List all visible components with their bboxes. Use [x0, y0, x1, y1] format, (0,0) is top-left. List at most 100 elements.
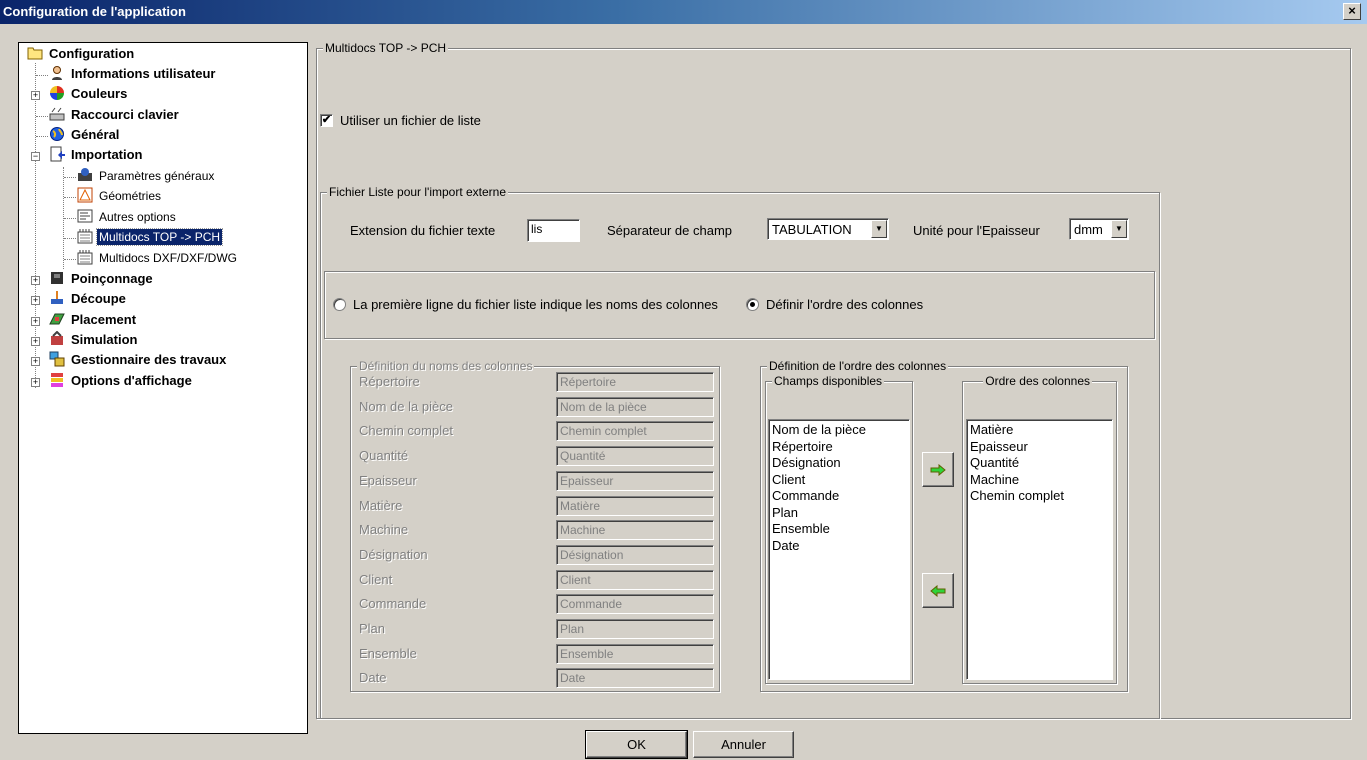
- column-names-group-title: Définition du noms des colonnes: [357, 359, 535, 373]
- separator-label: Séparateur de champ: [607, 223, 733, 238]
- extension-label: Extension du fichier texte: [350, 223, 496, 238]
- column-name-input[interactable]: Commande: [556, 594, 714, 615]
- tree-item-poinconnage[interactable]: Poinçonnage: [49, 270, 155, 290]
- extension-input[interactable]: lis: [527, 219, 580, 242]
- expand-toggle[interactable]: +: [31, 296, 40, 305]
- list-item[interactable]: Désignation: [772, 455, 906, 472]
- separator-select[interactable]: TABULATION ▼: [767, 218, 889, 240]
- list-item[interactable]: Répertoire: [772, 439, 906, 456]
- multidocs-icon: [77, 229, 93, 244]
- expand-toggle[interactable]: +: [31, 276, 40, 285]
- tree-item-multidocs-top-pch[interactable]: Multidocs TOP -> PCH: [77, 228, 224, 248]
- tree-item-geometries[interactable]: Géométries: [77, 187, 163, 207]
- column-name-input[interactable]: Matière: [556, 495, 714, 516]
- list-item[interactable]: Epaisseur: [970, 439, 1109, 456]
- expand-toggle[interactable]: +: [31, 91, 40, 100]
- globe-icon: [50, 127, 64, 141]
- punching-icon: [51, 272, 63, 284]
- ok-button[interactable]: OK: [585, 730, 688, 759]
- expand-toggle[interactable]: +: [31, 337, 40, 346]
- radio-first-line[interactable]: [333, 298, 346, 311]
- list-item[interactable]: Machine: [970, 472, 1109, 489]
- tree-item-multidocs-dxf[interactable]: Multidocs DXF/DXF/DWG: [77, 249, 239, 269]
- list-item[interactable]: Client: [772, 472, 906, 489]
- radio-define-order[interactable]: [746, 298, 759, 311]
- tree-item-general[interactable]: Général: [49, 126, 121, 146]
- thickness-unit-select[interactable]: dmm ▼: [1069, 218, 1129, 240]
- column-name-label: Machine: [359, 522, 409, 538]
- expand-toggle[interactable]: +: [31, 357, 40, 366]
- list-item[interactable]: Plan: [772, 505, 906, 522]
- column-name-label: Plan: [359, 621, 386, 636]
- column-order-title: Ordre des colonnes: [983, 374, 1092, 388]
- list-item[interactable]: Matière: [970, 422, 1109, 439]
- config-tree[interactable]: Configuration Informations utilisateur +…: [18, 42, 308, 734]
- radio-define-order-label: Définir l'ordre des colonnes: [766, 297, 924, 312]
- arrow-left-icon: [930, 584, 946, 597]
- tree-item-placement[interactable]: Placement: [49, 311, 138, 331]
- add-column-button[interactable]: [922, 452, 954, 487]
- column-name-label: Quantité: [359, 448, 409, 464]
- column-name-input[interactable]: Désignation: [556, 544, 714, 565]
- tree-item-options-affichage[interactable]: Options d'affichage: [49, 372, 194, 392]
- column-name-input[interactable]: Machine: [556, 520, 714, 541]
- settings-icon: [78, 168, 92, 181]
- column-name-input[interactable]: Plan: [556, 619, 714, 639]
- tree-item-raccourci-clavier[interactable]: Raccourci clavier: [49, 106, 181, 126]
- tree-item-parametres-generaux[interactable]: Paramètres généraux: [77, 167, 216, 187]
- expand-toggle[interactable]: +: [31, 378, 40, 387]
- list-item[interactable]: Ensemble: [772, 521, 906, 538]
- tree-item-gestionnaire-des-travaux[interactable]: Gestionnaire des travaux: [49, 351, 228, 371]
- column-name-input[interactable]: Epaisseur: [556, 470, 714, 491]
- collapse-toggle[interactable]: −: [31, 152, 40, 161]
- tree-item-importation[interactable]: Importation: [49, 146, 145, 166]
- placement-icon: [49, 313, 65, 325]
- column-name-label: Nom de la pièce: [359, 398, 453, 414]
- tree-item-simulation[interactable]: Simulation: [49, 331, 139, 351]
- column-order-list[interactable]: Matière Epaisseur Quantité Machine Chemin co…: [966, 419, 1113, 680]
- radio-first-line-label: La première ligne du fichier liste indiq…: [353, 297, 718, 312]
- list-item[interactable]: Nom de la pièce: [772, 422, 906, 439]
- simulation-icon: [51, 331, 63, 345]
- available-fields-list[interactable]: Nom de la pièce Répertoire Désignation Clie…: [768, 419, 910, 680]
- remove-column-button[interactable]: [922, 573, 954, 608]
- window-title: Configuration de l'application: [3, 4, 186, 19]
- column-name-input[interactable]: Quantité: [556, 446, 714, 467]
- expand-toggle[interactable]: +: [31, 317, 40, 326]
- column-name-input[interactable]: Répertoire: [556, 372, 714, 392]
- list-item[interactable]: Chemin complet: [970, 488, 1109, 505]
- geometry-icon: [77, 187, 93, 203]
- tree-item-informations-utilisateur[interactable]: Informations utilisateur: [49, 65, 217, 85]
- user-icon: [52, 66, 62, 80]
- column-name-input[interactable]: Chemin complet: [556, 421, 714, 442]
- chevron-down-icon[interactable]: ▼: [1111, 220, 1127, 238]
- column-name-label: Epaisseur: [359, 472, 417, 488]
- arrow-right-icon: [930, 463, 946, 476]
- use-list-file-checkbox[interactable]: ✔: [320, 114, 333, 127]
- column-name-label: Répertoire: [359, 374, 420, 389]
- available-fields-title: Champs disponibles: [772, 374, 885, 388]
- tree-item-couleurs[interactable]: Couleurs: [49, 85, 129, 105]
- tree-root-configuration[interactable]: Configuration: [27, 45, 136, 65]
- cancel-button[interactable]: Annuler: [693, 731, 794, 758]
- use-list-file-label: Utiliser un fichier de liste: [340, 113, 481, 128]
- close-button[interactable]: ×: [1343, 3, 1361, 20]
- column-name-input[interactable]: Ensemble: [556, 643, 714, 664]
- column-name-label: Désignation: [359, 546, 428, 562]
- column-name-label: Matière: [359, 497, 403, 513]
- thickness-unit-label: Unité pour l'Epaisseur: [913, 223, 1040, 238]
- tree-item-decoupe[interactable]: Découpe: [49, 290, 128, 310]
- column-name-input[interactable]: Client: [556, 569, 714, 590]
- list-item[interactable]: Date: [772, 538, 906, 555]
- column-name-label: Ensemble: [359, 645, 417, 661]
- chevron-down-icon[interactable]: ▼: [871, 220, 887, 238]
- column-name-label: Client: [359, 571, 393, 587]
- column-name-input[interactable]: Date: [556, 668, 714, 689]
- multidocs-icon: [77, 250, 93, 265]
- list-item[interactable]: Commande: [772, 488, 906, 505]
- column-name-label: Chemin complet: [359, 423, 453, 439]
- tree-item-autres-options[interactable]: Autres options: [77, 208, 178, 228]
- keyboard-icon: [49, 107, 65, 121]
- list-item[interactable]: Quantité: [970, 455, 1109, 472]
- column-name-input[interactable]: Nom de la pièce: [556, 396, 714, 417]
